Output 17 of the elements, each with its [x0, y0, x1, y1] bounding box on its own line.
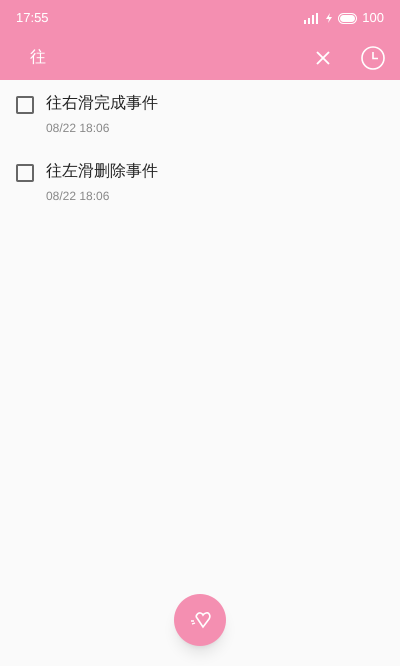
event-title: 往左滑删除事件: [46, 162, 158, 182]
close-icon: [316, 51, 330, 65]
battery-icon: [338, 12, 358, 24]
signal-icon: [304, 12, 318, 24]
clock-icon: [361, 46, 385, 70]
checkbox[interactable]: [16, 96, 34, 114]
heart-icon: [189, 610, 211, 630]
event-date: 08/22 18:06: [46, 120, 110, 137]
battery-level: 100: [362, 9, 384, 28]
status-time: 17:55: [16, 9, 49, 28]
event-date: 08/22 18:06: [46, 188, 110, 205]
charging-icon: [326, 13, 332, 23]
search-field[interactable]: 往: [30, 46, 308, 70]
checkbox[interactable]: [16, 164, 34, 182]
clock-button[interactable]: [360, 45, 386, 71]
add-button[interactable]: [174, 594, 226, 646]
event-title: 往右滑完成事件: [46, 94, 158, 114]
